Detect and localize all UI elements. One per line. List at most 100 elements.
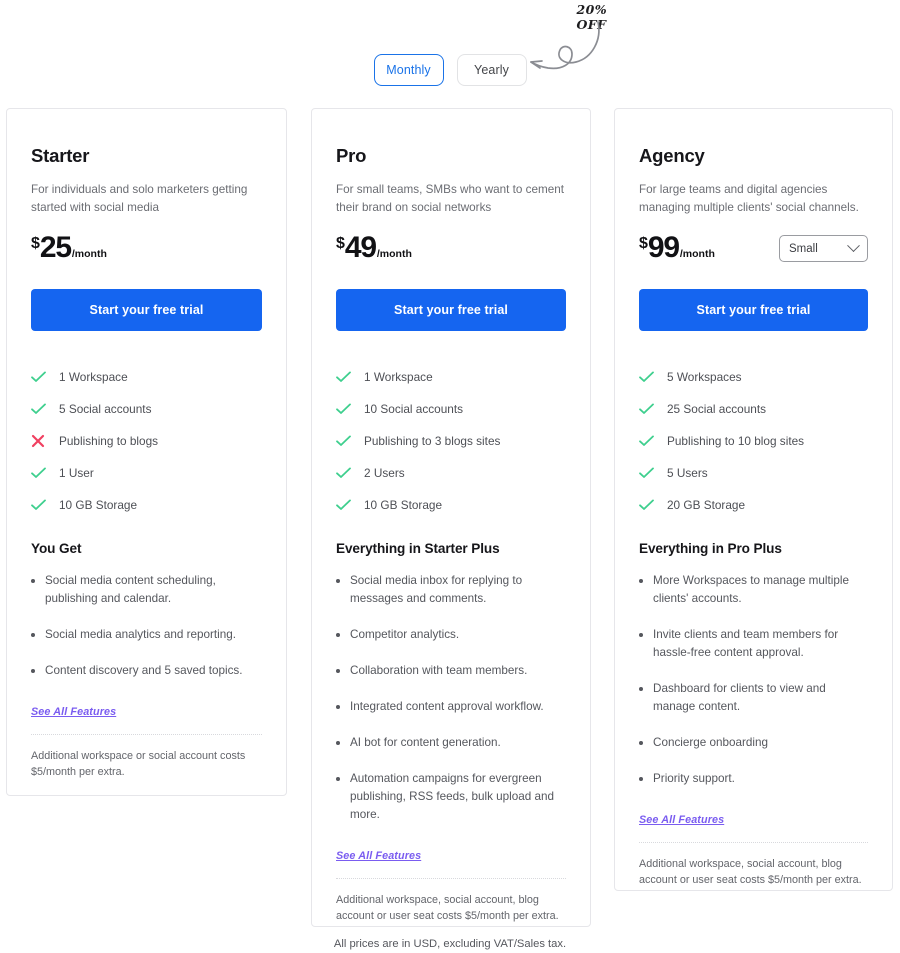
plan-description: For small teams, SMBs who want to cement… [336,183,564,214]
check-icon [31,403,48,415]
check-icon [31,371,48,383]
footer-note: All prices are in USD, excluding VAT/Sal… [333,938,567,950]
check-icon [336,467,353,479]
feature-item: 2 Users [336,457,566,489]
feature-item: 10 Social accounts [336,393,566,425]
benefit-item: Social media content scheduling, publish… [31,572,262,608]
price-row: $ 99 /month Small [639,233,868,263]
feature-item: 1 Workspace [31,361,262,393]
price-amount: 99 [647,231,680,264]
price-currency: $ [336,235,345,252]
agency-size-value: Small [789,242,818,255]
plan-title: Pro [336,145,367,166]
check-icon [639,371,656,383]
check-icon [336,403,353,415]
benefit-item: More Workspaces to manage multiple clien… [639,572,868,608]
plan-title: Starter [31,145,90,166]
feature-item: Publishing to 10 blog sites [639,425,868,457]
section-title: Everything in Pro Plus [639,541,782,556]
feature-label: 10 GB Storage [59,498,138,512]
price-currency: $ [639,235,648,252]
feature-item: Publishing to 3 blogs sites [336,425,566,457]
plan-description: For large teams and digital agencies man… [639,183,859,214]
start-free-trial-button[interactable]: Start your free trial [31,289,262,331]
check-icon [336,499,353,511]
price-currency: $ [31,235,40,252]
feature-label: 25 Social accounts [667,402,767,416]
price-amount: 49 [344,231,377,264]
divider [336,878,566,879]
tab-monthly-label: Monthly [386,63,431,77]
check-icon [639,435,656,447]
plan-price: $ 99 /month [639,233,715,263]
benefit-item: Social media analytics and reporting. [31,626,262,644]
feature-label: 10 GB Storage [364,498,443,512]
feature-label: 10 Social accounts [364,402,464,416]
chevron-down-icon [847,239,860,253]
benefit-item: Dashboard for clients to view and manage… [639,680,868,716]
feature-label: 2 Users [364,466,405,480]
tab-yearly-label: Yearly [474,63,509,77]
price-period: /month [679,248,715,260]
benefit-item: Social media inbox for replying to messa… [336,572,566,608]
feature-item: 5 Workspaces [639,361,868,393]
feature-label: 1 Workspace [59,370,128,384]
fine-print: Additional workspace or social account c… [31,750,246,778]
benefit-item: Concierge onboarding [639,734,868,752]
benefit-item: Competitor analytics. [336,626,566,644]
benefit-item: Collaboration with team members. [336,662,566,680]
fine-print: Additional workspace, social account, bl… [639,858,862,886]
promo-text: 20% OFF [577,2,607,32]
feature-label: 5 Users [667,466,708,480]
feature-label: 5 Workspaces [667,370,742,384]
see-all-features-link[interactable]: See All Features [336,850,421,862]
start-free-trial-button[interactable]: Start your free trial [336,289,566,331]
plan-card-agency: Agency For large teams and digital agenc… [614,108,893,891]
feature-label: 1 Workspace [364,370,433,384]
agency-size-select[interactable]: Small [779,235,868,262]
cross-icon [31,434,48,448]
feature-label: 5 Social accounts [59,402,152,416]
price-amount: 25 [39,231,72,264]
tab-monthly[interactable]: Monthly [373,54,444,86]
plan-card-pro: Pro For small teams, SMBs who want to ce… [311,108,591,927]
benefit-item: Priority support. [639,770,868,788]
benefit-item: Automation campaigns for evergreen publi… [336,770,566,824]
feature-item: 10 GB Storage [31,489,262,521]
benefit-item: Content discovery and 5 saved topics. [31,662,262,680]
check-icon [31,499,48,511]
price-row: $ 49 /month [336,233,566,263]
feature-item: 5 Users [639,457,868,489]
plan-description: For individuals and solo marketers getti… [31,183,248,214]
promo-line-2: OFF [576,17,607,32]
feature-item: 20 GB Storage [639,489,868,521]
billing-period-toggle: Monthly Yearly [0,54,900,86]
section-title: Everything in Starter Plus [336,541,500,556]
price-row: $ 25 /month [31,233,262,263]
check-icon [639,403,656,415]
feature-label: 20 GB Storage [667,498,746,512]
feature-item: 1 Workspace [336,361,566,393]
see-all-features-link[interactable]: See All Features [639,814,724,826]
feature-item: Publishing to blogs [31,425,262,457]
benefit-list: More Workspaces to manage multiple clien… [639,572,868,788]
plan-title: Agency [639,145,705,166]
see-all-features-link[interactable]: See All Features [31,706,116,718]
section-title: You Get [31,541,82,556]
benefit-item: AI bot for content generation. [336,734,566,752]
feature-item: 10 GB Storage [336,489,566,521]
plan-card-starter: Starter For individuals and solo markete… [6,108,287,796]
feature-item: 1 User [31,457,262,489]
plan-price: $ 25 /month [31,233,107,263]
benefit-item: Integrated content approval workflow. [336,698,566,716]
feature-list: 1 Workspace 5 Social accounts Publishing… [31,361,262,521]
divider [31,734,262,735]
divider [639,842,868,843]
pricing-page: Monthly Yearly 20% OFF Starter For indiv… [0,0,900,953]
benefit-list: Social media content scheduling, publish… [31,572,262,680]
tab-yearly[interactable]: Yearly [456,54,527,86]
start-free-trial-button[interactable]: Start your free trial [639,289,868,331]
feature-list: 1 Workspace 10 Social accounts Publishin… [336,361,566,521]
plan-price: $ 49 /month [336,233,412,263]
check-icon [336,371,353,383]
